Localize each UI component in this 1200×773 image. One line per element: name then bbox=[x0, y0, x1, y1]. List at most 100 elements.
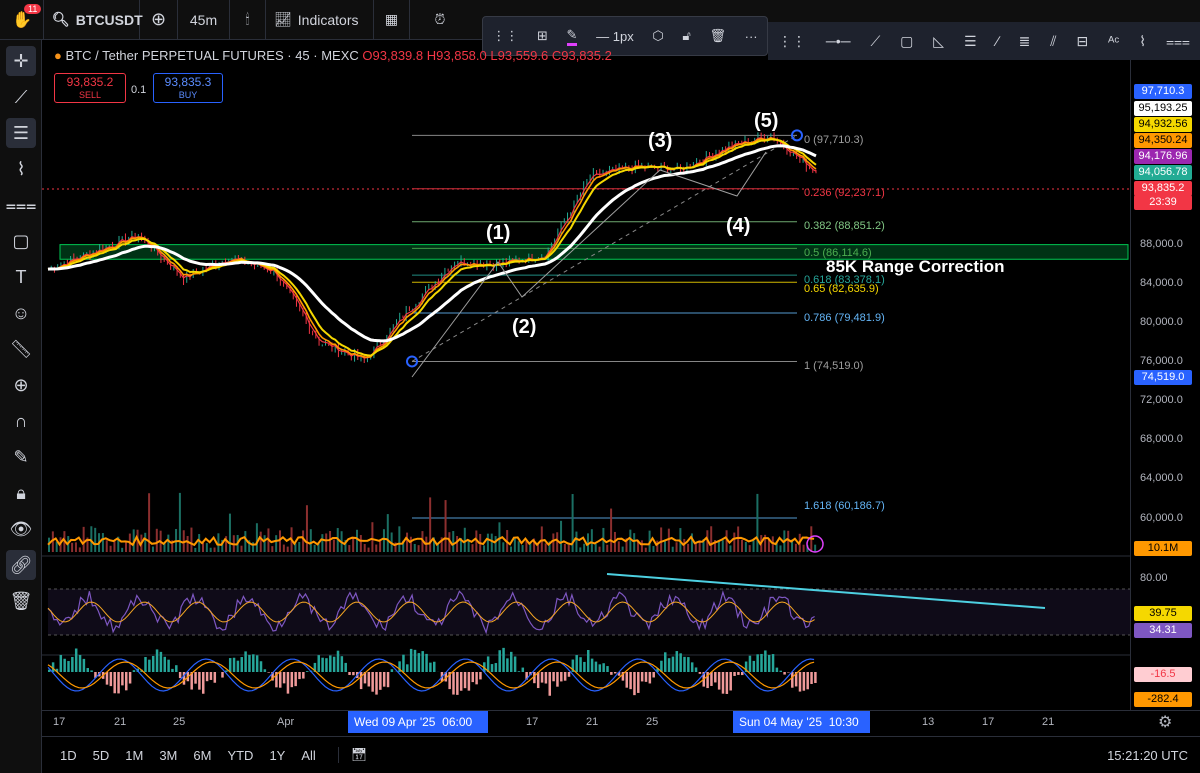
alert-button[interactable]: ⏰︎ bbox=[410, 0, 470, 40]
time-label: 13 bbox=[922, 716, 935, 728]
trash-icon[interactable]: 🗑︎ bbox=[709, 28, 726, 44]
elliott-wave-icon[interactable]: ⌇ bbox=[1139, 33, 1146, 50]
macd-histogram-bar bbox=[286, 672, 290, 694]
settings-icon[interactable]: ⬡ bbox=[652, 28, 663, 44]
magnet-icon[interactable]: ∩ bbox=[6, 406, 36, 436]
macd-histogram-bar bbox=[767, 654, 771, 672]
horizontal-line-icon[interactable]: ─•─ bbox=[826, 33, 851, 49]
abcd-pattern-icon[interactable]: ᴬᶜ bbox=[1108, 33, 1119, 49]
indicators-button[interactable]: 📈︎ Indicators bbox=[266, 0, 374, 40]
volume-bar bbox=[71, 542, 74, 552]
buy-button[interactable]: 93,835.3 BUY bbox=[153, 73, 223, 103]
utc-clock[interactable]: 15:21:20 UTC bbox=[1107, 748, 1188, 763]
crosshair-icon[interactable]: ✛ bbox=[6, 46, 36, 76]
parallel-channel-icon[interactable]: ⫽ bbox=[1050, 33, 1056, 50]
volume-bar bbox=[660, 527, 663, 552]
wave-label-1: (1) bbox=[486, 222, 511, 244]
drag-handle-icon[interactable]: ⋮⋮ bbox=[778, 33, 806, 50]
templates-button[interactable]: ▦ bbox=[374, 0, 410, 40]
emoji-icon[interactable]: ☺ bbox=[6, 298, 36, 328]
volume-bar bbox=[386, 514, 389, 552]
trend-line-icon[interactable]: ⟋ bbox=[870, 33, 880, 50]
lock-icon[interactable]: 🔒︎ bbox=[6, 478, 36, 508]
ray-icon[interactable]: ∕ bbox=[996, 33, 998, 49]
line-width-button[interactable]: — 1px bbox=[596, 29, 634, 44]
triangle-icon[interactable]: ◺ bbox=[933, 33, 944, 50]
fib-channel-icon[interactable]: ⩶ bbox=[1166, 33, 1190, 50]
volume-bar bbox=[513, 538, 516, 552]
fib-price: 97,710.3 bbox=[816, 134, 860, 146]
volume-bar bbox=[186, 536, 189, 552]
sell-price: 93,835.2 bbox=[66, 75, 114, 89]
range-all[interactable]: All bbox=[301, 748, 315, 763]
tradingview-menu-button[interactable]: ✋ 11 bbox=[0, 0, 44, 40]
eye-icon[interactable]: 👁︎ bbox=[6, 514, 36, 544]
fib-fan-icon[interactable]: ≣ bbox=[1019, 33, 1031, 50]
range-5d[interactable]: 5D bbox=[93, 748, 110, 763]
template-grid-icon[interactable]: ⊞ bbox=[537, 28, 548, 44]
volume-bar bbox=[690, 533, 693, 552]
macd-histogram-bar bbox=[175, 665, 178, 672]
volume-bar bbox=[109, 545, 112, 552]
macd-histogram-bar bbox=[198, 672, 201, 690]
pen-color-icon[interactable]: ✎ bbox=[566, 27, 578, 46]
rectangle-icon[interactable]: ▢ bbox=[900, 33, 913, 50]
fib-label-065: 0.65 (82,635.9) bbox=[804, 283, 879, 295]
price-label: 88,000.0 bbox=[1140, 238, 1183, 250]
macd-histogram-bar bbox=[125, 672, 128, 691]
lock-drawings-icon[interactable]: ✎ bbox=[6, 442, 36, 472]
range-6m[interactable]: 6M bbox=[193, 748, 211, 763]
axis-settings-icon[interactable]: ⚙ bbox=[1158, 712, 1172, 732]
fib-tools-toolbar: ⋮⋮ ─•─ ⟋ ▢ ◺ ☰ ∕ ≣ ⫽ ⊟ ᴬᶜ ⌇ ⩶ bbox=[768, 22, 1200, 60]
volume-bar bbox=[767, 538, 770, 552]
fib-ratio: 0.5 bbox=[804, 247, 820, 259]
volume-bar bbox=[433, 537, 435, 552]
range-1d[interactable]: 1D bbox=[60, 748, 77, 763]
volume-bar bbox=[402, 540, 405, 552]
chart-type-button[interactable]: 🕯︎ bbox=[230, 0, 266, 40]
geometry-tool-icon[interactable]: ▢ bbox=[6, 226, 36, 256]
volume-bar bbox=[598, 546, 601, 552]
trend-line-tool-icon[interactable]: ⟋ bbox=[6, 82, 36, 112]
volume-ma bbox=[47, 534, 815, 547]
volume-bar bbox=[248, 540, 251, 552]
range-3m[interactable]: 3M bbox=[159, 748, 177, 763]
volume-bar bbox=[298, 541, 301, 552]
macd-histogram-bar bbox=[698, 672, 702, 674]
trash-icon[interactable]: 🗑︎ bbox=[6, 586, 36, 616]
drag-handle-icon[interactable]: ⋮⋮ bbox=[492, 28, 518, 44]
volume-bar bbox=[101, 533, 104, 552]
range-ytd[interactable]: YTD bbox=[227, 748, 253, 763]
text-tool-icon[interactable]: T bbox=[6, 262, 36, 292]
interval-button[interactable]: 45m bbox=[178, 0, 230, 40]
link-icon[interactable]: 🔗︎ bbox=[6, 550, 36, 580]
macd-histogram-bar bbox=[517, 671, 521, 672]
volume-bar bbox=[379, 541, 382, 552]
time-axis[interactable] bbox=[42, 710, 1200, 735]
date-range-icon[interactable]: 📅︎ bbox=[337, 747, 367, 763]
ruler-icon[interactable]: 📏︎ bbox=[6, 334, 36, 364]
more-icon[interactable]: ··· bbox=[745, 29, 758, 44]
order-quantity[interactable]: 0.1 bbox=[131, 84, 146, 96]
projection-tool-icon[interactable]: ⩶ bbox=[6, 190, 37, 220]
volume-bar bbox=[417, 545, 420, 552]
volume-bar bbox=[471, 544, 474, 552]
fib-tool-icon[interactable]: ☰ bbox=[6, 118, 36, 148]
macd-histogram-bar bbox=[571, 659, 575, 672]
volume-bar bbox=[687, 543, 690, 552]
range-1y[interactable]: 1Y bbox=[269, 748, 285, 763]
macd-histogram-bar bbox=[459, 672, 463, 691]
wave-label-5: (5) bbox=[754, 110, 779, 132]
range-1m[interactable]: 1M bbox=[125, 748, 143, 763]
compare-button[interactable]: ⊕ bbox=[140, 0, 178, 40]
pitchfork-icon[interactable]: ⊟ bbox=[1076, 33, 1088, 50]
lock-icon[interactable]: 🔓︎ bbox=[682, 28, 690, 44]
sell-button[interactable]: 93,835.2 SELL bbox=[54, 73, 126, 103]
symbol-search-button[interactable]: 🔍︎ BTCUSDT bbox=[44, 0, 143, 40]
fib-retracement-icon[interactable]: ☰ bbox=[964, 33, 977, 50]
macd-histogram-bar bbox=[182, 672, 186, 685]
zoom-icon[interactable]: ⊕ bbox=[6, 370, 36, 400]
price-chart[interactable] bbox=[0, 0, 1200, 773]
pattern-tool-icon[interactable]: ⌇ bbox=[6, 154, 36, 184]
time-label: 21 bbox=[1042, 716, 1055, 728]
